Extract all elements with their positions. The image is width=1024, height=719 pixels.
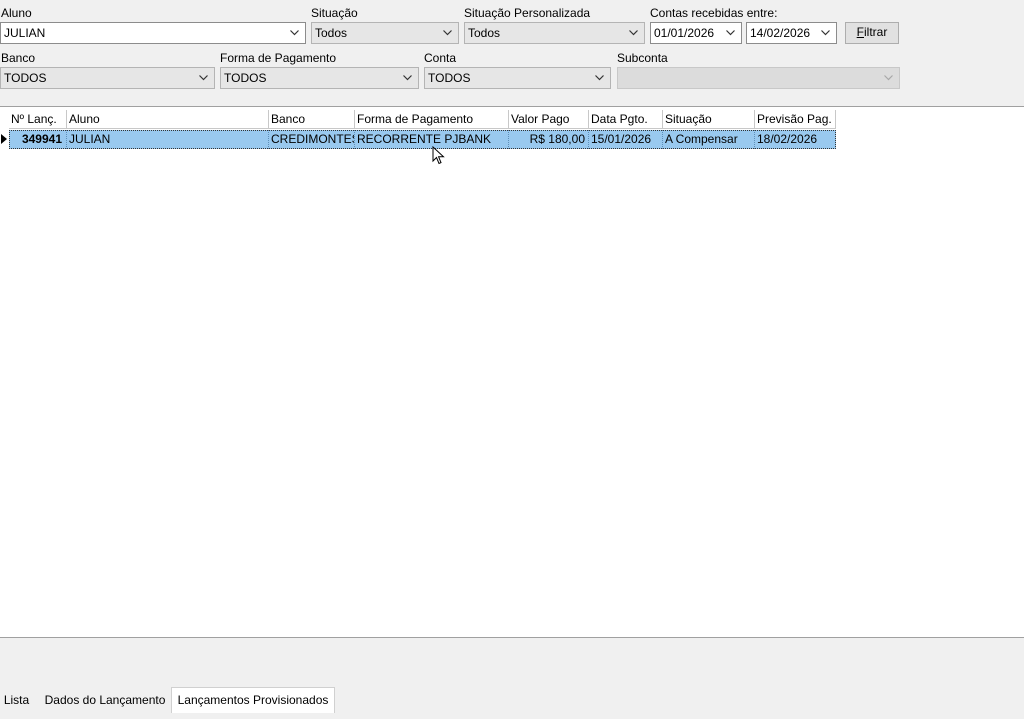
chevron-down-icon[interactable]: [820, 27, 831, 38]
cell-data-pgto[interactable]: 15/01/2026: [589, 130, 663, 149]
forma-pagamento-combobox[interactable]: TODOS: [220, 67, 419, 89]
cell-numero[interactable]: 349941: [9, 130, 67, 149]
column-header-situacao[interactable]: Situação: [663, 110, 755, 129]
date-from-value: 01/01/2026: [654, 26, 715, 40]
banco-label: Banco: [1, 51, 36, 65]
chevron-down-icon[interactable]: [594, 72, 605, 83]
forma-pagamento-label: Forma de Pagamento: [220, 51, 337, 65]
chevron-down-icon[interactable]: [628, 27, 639, 38]
lancamentos-grid[interactable]: Nº Lanç. Aluno Banco Forma de Pagamento …: [0, 106, 1024, 638]
tab-lista[interactable]: Lista: [0, 688, 33, 712]
aluno-value: JULIAN: [4, 26, 46, 40]
conta-combobox[interactable]: TODOS: [424, 67, 611, 89]
filter-panel: Aluno Situação Situação Personalizada Co…: [0, 0, 1024, 105]
filtrar-button-label: iltrar: [864, 25, 888, 39]
column-header-banco[interactable]: Banco: [269, 110, 355, 129]
conta-label: Conta: [424, 51, 457, 65]
date-from-picker[interactable]: 01/01/2026: [650, 22, 742, 44]
forma-pagamento-value: TODOS: [224, 71, 267, 85]
subconta-label: Subconta: [617, 51, 668, 65]
banco-value: TODOS: [4, 71, 47, 85]
column-header-data-pgto[interactable]: Data Pgto.: [589, 110, 663, 129]
contas-recebidas-label: Contas recebidas entre:: [650, 6, 778, 20]
cell-previsao-pag[interactable]: 18/02/2026: [755, 130, 836, 149]
column-header-aluno[interactable]: Aluno: [67, 110, 269, 129]
cell-aluno[interactable]: JULIAN: [67, 130, 269, 149]
conta-value: TODOS: [428, 71, 471, 85]
situacao-personalizada-value: Todos: [468, 26, 501, 40]
cell-banco[interactable]: CREDIMONTES: [269, 130, 355, 149]
filtrar-button-mnemonic: F: [856, 25, 864, 39]
filtrar-button[interactable]: Filtrar: [845, 22, 899, 44]
chevron-down-icon[interactable]: [198, 72, 209, 83]
subconta-combobox[interactable]: [617, 67, 900, 89]
aluno-label: Aluno: [1, 6, 32, 20]
chevron-down-icon[interactable]: [289, 27, 300, 38]
cell-valor-pago[interactable]: R$ 180,00: [509, 130, 589, 149]
column-header-valor-pago[interactable]: Valor Pago: [509, 110, 589, 129]
column-header-forma-pagamento[interactable]: Forma de Pagamento: [355, 110, 509, 129]
chevron-down-icon[interactable]: [725, 27, 736, 38]
date-to-picker[interactable]: 14/02/2026: [746, 22, 837, 44]
situacao-value: Todos: [315, 26, 348, 40]
situacao-combobox[interactable]: Todos: [311, 22, 459, 44]
column-header-previsao-pag[interactable]: Previsão Pag.: [755, 110, 836, 129]
tab-dados-lancamento[interactable]: Dados do Lançamento: [39, 688, 171, 712]
chevron-down-icon[interactable]: [402, 72, 413, 83]
date-to-value: 14/02/2026: [750, 26, 811, 40]
situacao-personalizada-combobox[interactable]: Todos: [464, 22, 645, 44]
chevron-down-icon[interactable]: [883, 72, 894, 83]
column-header-numero[interactable]: Nº Lanç.: [9, 110, 67, 129]
chevron-down-icon[interactable]: [442, 27, 453, 38]
situacao-personalizada-label: Situação Personalizada: [464, 6, 591, 20]
row-indicator-icon: [1, 134, 7, 144]
aluno-combobox[interactable]: JULIAN: [0, 22, 306, 44]
banco-combobox[interactable]: TODOS: [0, 67, 215, 89]
mouse-cursor-icon: [432, 146, 445, 165]
cell-situacao[interactable]: A Compensar: [663, 130, 755, 149]
situacao-label: Situação: [311, 6, 358, 20]
tab-lancamentos-provisionados[interactable]: Lançamentos Provisionados: [171, 687, 335, 713]
